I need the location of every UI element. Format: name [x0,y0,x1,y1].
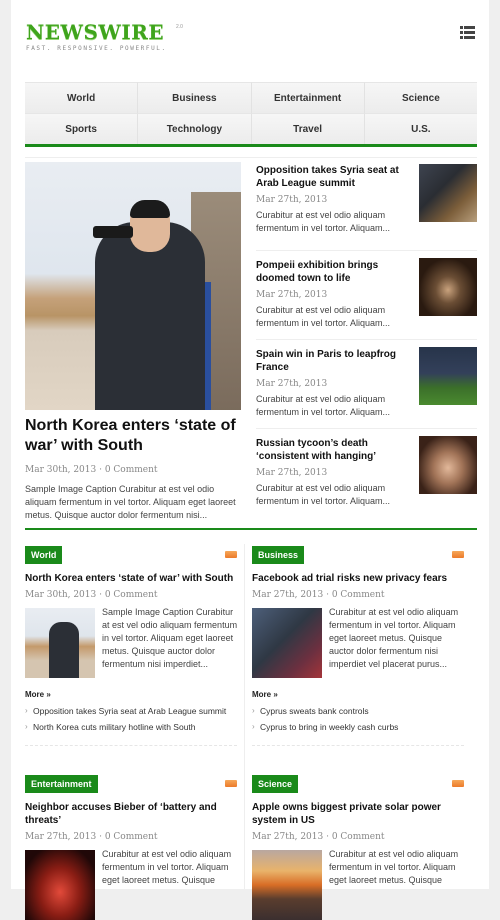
story-excerpt: Curabitur at est vel odio aliquam fermen… [256,305,391,328]
story-excerpt: Curabitur at est vel odio aliquam fermen… [102,849,232,885]
story-excerpt: Sample Image Caption Curabitur at est ve… [102,607,238,669]
list-item: Spain win in Paris to leapfrog France Ma… [256,340,477,429]
section-story-body: Curabitur at est vel odio aliquam fermen… [252,607,464,678]
related-link[interactable]: Cyprus sweats bank controls [252,703,464,719]
section-business: Business Facebook ad trial risks new pri… [252,545,464,746]
nav-business[interactable]: Business [138,82,252,113]
story-thumbnail[interactable] [252,608,322,678]
featured-excerpt: Sample Image Caption Curabitur at est ve… [25,484,236,520]
more-link[interactable]: More » [252,690,464,699]
category-badge[interactable]: Science [252,775,299,793]
category-badge[interactable]: World [25,546,63,564]
story-thumbnail[interactable] [252,850,322,920]
nav-row: World Business Entertainment Science [25,82,477,113]
story-thumbnail[interactable] [419,347,477,405]
story-excerpt: Curabitur at est vel odio aliquam fermen… [256,394,391,417]
featured-meta: Mar 30th, 2013 · 0 Comment [25,465,158,475]
section-story-meta: Mar 27th, 2013 · 0 Comment [252,590,385,600]
section-story-title[interactable]: North Korea enters ‘state of war’ with S… [25,572,237,585]
featured-image[interactable] [25,162,241,410]
nav-science[interactable]: Science [364,82,477,113]
nav-technology[interactable]: Technology [138,113,252,144]
list-item: Opposition takes Syria seat at Arab Leag… [256,162,477,251]
divider [252,745,464,746]
related-link[interactable]: Cyprus to bring in weekly cash curbs [252,719,464,735]
rss-icon[interactable] [225,551,237,558]
divider [25,157,477,158]
section-story-meta: Mar 27th, 2013 · 0 Comment [252,832,385,842]
story-title[interactable]: Russian tycoon’s death ‘consistent with … [256,437,408,463]
logo-name: NEWSWIRE [26,20,165,44]
section-story-body: Curabitur at est vel odio aliquam fermen… [25,849,237,920]
nav-travel[interactable]: Travel [251,113,365,144]
rss-icon[interactable] [225,780,237,787]
story-thumbnail[interactable] [419,436,477,494]
nav-entertainment[interactable]: Entertainment [251,82,365,113]
category-badge[interactable]: Entertainment [25,775,98,793]
section-story-title[interactable]: Apple owns biggest private solar power s… [252,801,464,827]
section-story-body: Sample Image Caption Curabitur at est ve… [25,607,237,678]
related-link[interactable]: Opposition takes Syria seat at Arab Leag… [25,703,237,719]
story-thumbnail[interactable] [419,164,477,222]
story-title[interactable]: Opposition takes Syria seat at Arab Leag… [256,164,408,190]
rss-icon[interactable] [452,780,464,787]
story-excerpt: Curabitur at est vel odio aliquam fermen… [329,849,459,885]
section-science: Science Apple owns biggest private solar… [252,774,464,920]
related-link[interactable]: North Korea cuts military hotline with S… [25,719,237,735]
rss-icon[interactable] [452,551,464,558]
story-excerpt: Curabitur at est vel odio aliquam fermen… [256,210,391,233]
list-item: Russian tycoon’s death ‘consistent with … [256,429,477,518]
scrollbar[interactable] [489,0,500,889]
divider [25,745,237,746]
featured-story: North Korea enters ‘state of war’ with S… [25,162,241,522]
category-badge[interactable]: Business [252,546,305,564]
related-links: Opposition takes Syria seat at Arab Leag… [25,703,237,735]
related-links: Cyprus sweats bank controls Cyprus to br… [252,703,464,735]
site-header: NEWSWIRE 2.0 FAST. RESPONSIVE. POWERFUL. [11,0,489,80]
section-story-meta: Mar 30th, 2013 · 0 Comment [25,590,158,600]
section-story-title[interactable]: Facebook ad trial risks new privacy fear… [252,572,464,585]
logo-tagline: FAST. RESPONSIVE. POWERFUL. [26,45,167,52]
nav-sports[interactable]: Sports [25,113,139,144]
story-title[interactable]: Pompeii exhibition brings doomed town to… [256,259,408,285]
story-thumbnail[interactable] [25,850,95,920]
logo-version: 2.0 [176,24,183,30]
section-world: World North Korea enters ‘state of war’ … [25,545,237,746]
nav-world[interactable]: World [25,82,139,113]
section-story-title[interactable]: Neighbor accuses Bieber of ‘battery and … [25,801,237,827]
more-link[interactable]: More » [25,690,237,699]
list-item: Pompeii exhibition brings doomed town to… [256,251,477,340]
nav-us[interactable]: U.S. [364,113,477,144]
category-nav: World Business Entertainment Science Spo… [25,82,477,147]
side-story-list: Opposition takes Syria seat at Arab Leag… [256,162,477,518]
logo[interactable]: NEWSWIRE 2.0 FAST. RESPONSIVE. POWERFUL. [26,20,183,52]
story-thumbnail[interactable] [25,608,95,678]
story-thumbnail[interactable] [419,258,477,316]
story-title[interactable]: Spain win in Paris to leapfrog France [256,348,408,374]
featured-title[interactable]: North Korea enters ‘state of war’ with S… [25,416,241,456]
section-story-meta: Mar 27th, 2013 · 0 Comment [25,832,158,842]
nav-row: Sports Technology Travel U.S. [25,113,477,144]
page: NEWSWIRE 2.0 FAST. RESPONSIVE. POWERFUL.… [11,0,489,920]
list-menu-icon[interactable] [460,26,475,39]
column-divider [244,544,245,889]
story-excerpt: Curabitur at est vel odio aliquam fermen… [256,483,391,506]
section-story-body: Curabitur at est vel odio aliquam fermen… [252,849,464,920]
section-divider [25,528,477,530]
section-entertainment: Entertainment Neighbor accuses Bieber of… [25,774,237,920]
story-excerpt: Curabitur at est vel odio aliquam fermen… [329,607,459,669]
